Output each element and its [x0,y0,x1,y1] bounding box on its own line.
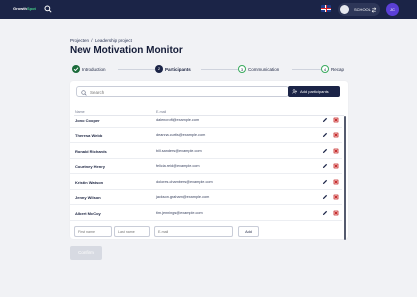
table-row: Courtney Henry felicia.reid@example.com [70,159,342,174]
first-name-field[interactable] [74,226,112,237]
swap-arrows-icon [371,6,377,13]
page-title: New Motivation Monitor [70,45,183,56]
table-row: Albert McCoy tim.jennings@example.com [70,205,342,221]
edit-icon[interactable] [322,163,328,169]
step-label: Communication [248,66,280,72]
breadcrumb-projects-link[interactable]: Projecten [70,38,89,43]
search-icon [81,89,87,96]
last-name-field[interactable] [114,226,150,237]
edit-icon[interactable] [322,210,328,216]
add-participants-label: Add participants [300,89,329,95]
participant-email: dolores.chambers@example.com [156,179,213,184]
participant-name: Theresa Webb [75,133,103,138]
participant-email: felicia.reid@example.com [156,164,200,169]
logo-text-part1: Growth [13,6,27,11]
growthspot-logo[interactable]: GrowthSpot [13,6,36,11]
check-icon [72,65,80,73]
participant-name: Jono Cooper [75,117,100,123]
edit-icon[interactable] [322,194,328,200]
table-row: Kristin Watson dolores.chambers@example.… [70,174,342,190]
participant-email: jackson.graham@example.com [156,195,210,200]
breadcrumb: Projecten / Leadership project [70,38,132,43]
logo-text-part2: Spot [27,6,36,11]
list-scrollbar[interactable] [344,116,346,240]
step-communication[interactable]: 3 Communication [238,65,292,73]
step-label: Introduction [82,66,106,72]
school-label: SCHOOL [354,7,371,12]
delete-icon[interactable] [333,179,339,185]
edit-icon[interactable] [322,132,328,138]
participants-list[interactable]: Jono Cooper dalencroft@example.com There… [70,116,348,224]
participant-name: Albert McCoy [75,210,101,216]
participant-email: dalencroft@example.com [156,117,200,122]
edit-icon[interactable] [322,179,328,185]
delete-icon[interactable] [333,210,339,216]
table-row: Theresa Webb deanna.curtis@example.com [70,128,342,143]
edit-icon[interactable] [322,148,328,154]
scrollbar-thumb[interactable] [344,116,346,240]
participant-email: bill.sanders@example.com [156,148,202,153]
step-introduction[interactable]: Introduction [72,65,118,73]
participants-card: Add participants Name E-mail Jono Cooper… [70,81,348,240]
search-input[interactable] [90,88,280,96]
search-icon[interactable] [44,5,52,13]
column-header-name: Name [75,110,85,114]
delete-icon[interactable] [333,132,339,138]
table-row: Jenny Wilson jackson.graham@example.com [70,190,342,205]
school-avatar [340,5,349,14]
user-avatar[interactable]: JC [386,3,399,16]
delete-icon[interactable] [333,163,339,169]
add-participant-row-button[interactable]: Add [238,226,259,237]
step-label: Participants [165,66,191,72]
step-number: 2 [155,65,163,73]
table-row: Jono Cooper dalencroft@example.com [70,116,342,128]
participant-name: Courtney Henry [75,164,106,169]
participant-email: deanna.curtis@example.com [156,133,206,138]
participant-name: Ronald Richards [75,148,107,154]
add-user-icon [292,89,297,94]
uk-flag-icon[interactable] [321,5,331,12]
step-number: 4 [321,65,329,73]
participant-name: Kristin Watson [75,179,104,185]
column-header-email: E-mail [156,110,167,114]
step-number: 3 [238,65,246,73]
top-navigation-bar: GrowthSpot SCHOOL JC [0,0,417,19]
email-field[interactable] [154,226,233,237]
step-label: Recap [331,66,345,72]
step-participants[interactable]: 2 Participants [155,65,201,73]
delete-icon[interactable] [333,117,339,123]
delete-icon[interactable] [333,148,339,154]
participant-email: tim.jennings@example.com [156,210,203,215]
delete-icon[interactable] [333,194,339,200]
breadcrumb-current: Leadership project [94,38,132,43]
add-participants-button[interactable]: Add participants [288,86,340,97]
search-box [76,86,289,97]
participant-name: Jenny Wilson [75,195,101,200]
step-recap[interactable]: 4 Recap [321,65,349,73]
breadcrumb-separator: / [91,38,93,43]
confirm-button[interactable]: Confirm [70,246,102,260]
school-switcher[interactable]: SCHOOL [338,3,380,16]
edit-icon[interactable] [322,117,328,123]
table-row: Ronald Richards bill.sanders@example.com [70,143,342,159]
